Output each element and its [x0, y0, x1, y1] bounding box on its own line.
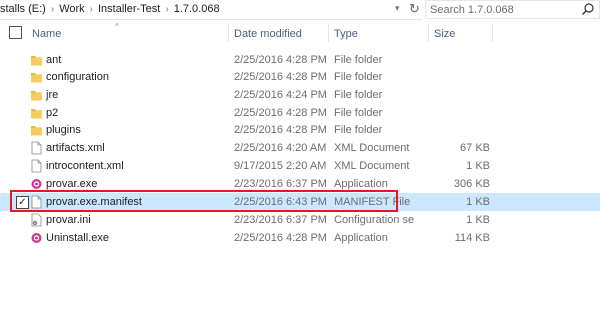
file-type: XML Document — [334, 142, 410, 154]
file-name: p2 — [46, 107, 59, 119]
breadcrumb: stalls (E:) › Work › Installer-Test › 1.7.0.06… — [0, 3, 220, 15]
file-date: 2/23/2016 6:37 PM — [234, 214, 327, 226]
column-divider[interactable] — [228, 24, 229, 42]
file-date: 2/25/2016 4:28 PM — [234, 54, 327, 66]
file-size: 1 KB — [466, 214, 490, 226]
file-date: 2/23/2016 6:37 PM — [234, 178, 327, 190]
file-date: 2/25/2016 4:24 PM — [234, 89, 327, 101]
chevron-down-icon[interactable]: ▾ — [395, 3, 405, 14]
app-gear-icon — [31, 179, 42, 189]
config-file-icon — [31, 213, 42, 227]
file-size: 1 KB — [466, 160, 490, 172]
file-row[interactable]: ant 2/25/2016 4:28 PM File folder — [0, 51, 600, 69]
file-size: 114 KB — [454, 232, 490, 244]
file-date: 2/25/2016 4:28 PM — [234, 107, 327, 119]
file-date: 2/25/2016 4:28 PM — [234, 124, 327, 136]
file-row[interactable]: Uninstall.exe 2/25/2016 4:28 PM Applicat… — [0, 229, 600, 247]
folder-icon — [31, 126, 42, 136]
file-type: Configuration sett... — [334, 214, 414, 226]
file-row[interactable]: jre 2/25/2016 4:24 PM File folder — [0, 86, 600, 104]
address-bar[interactable]: stalls (E:) › Work › Installer-Test › 1.7.0.06… — [0, 0, 422, 20]
chevron-right-icon: › — [165, 4, 169, 15]
app-gear-icon — [31, 233, 42, 243]
column-divider[interactable] — [328, 24, 329, 42]
folder-icon — [31, 73, 42, 83]
file-row[interactable]: plugins 2/25/2016 4:28 PM File folder — [0, 121, 600, 139]
file-date: 2/25/2016 4:28 PM — [234, 232, 327, 244]
file-name: plugins — [46, 124, 81, 136]
column-header: ^ Name Date modified Type Size — [0, 22, 600, 46]
file-name: configuration — [46, 71, 109, 83]
file-name: jre — [46, 89, 59, 101]
column-size[interactable]: Size — [434, 28, 455, 40]
file-date: 2/25/2016 4:28 PM — [234, 71, 327, 83]
search-input[interactable] — [430, 4, 580, 16]
file-date: 9/17/2015 2:20 AM — [234, 160, 327, 172]
file-date: 2/25/2016 4:20 AM — [234, 142, 327, 154]
file-type: Application — [334, 232, 388, 244]
sort-up-icon: ^ — [115, 22, 119, 31]
file-type: File folder — [334, 124, 383, 136]
column-name[interactable]: Name — [32, 28, 61, 40]
file-row[interactable]: provar.ini 2/23/2016 6:37 PM Configurati… — [0, 211, 600, 229]
column-type[interactable]: Type — [334, 28, 358, 40]
file-size: 1 KB — [466, 196, 490, 208]
file-name: artifacts.xml — [46, 142, 105, 154]
breadcrumb-item[interactable]: stalls (E:) — [0, 3, 46, 15]
folder-icon — [31, 56, 42, 66]
column-date-modified[interactable]: Date modified — [234, 28, 302, 40]
file-name: ant — [46, 54, 62, 66]
refresh-icon[interactable]: ↻ — [409, 1, 420, 17]
column-divider[interactable] — [492, 24, 493, 42]
folder-icon — [31, 91, 42, 101]
breadcrumb-item[interactable]: Installer-Test — [98, 3, 160, 15]
search-icon[interactable] — [581, 2, 595, 16]
file-size: 306 KB — [453, 178, 490, 190]
file-type: File folder — [334, 89, 383, 101]
search-box[interactable] — [425, 0, 600, 19]
file-type: Application — [334, 178, 388, 190]
file-type: File folder — [334, 71, 383, 83]
document-icon — [31, 159, 42, 173]
file-name: provar.exe — [46, 178, 98, 190]
document-icon — [31, 141, 42, 155]
file-row[interactable]: introcontent.xml 9/17/2015 2:20 AM XML D… — [0, 157, 600, 175]
breadcrumb-item[interactable]: Work — [59, 3, 84, 15]
file-row[interactable]: artifacts.xml 2/25/2016 4:20 AM XML Docu… — [0, 139, 600, 157]
file-name: Uninstall.exe — [46, 232, 109, 244]
file-name: introcontent.xml — [46, 160, 124, 172]
folder-icon — [31, 109, 42, 119]
file-type: File folder — [334, 107, 383, 119]
breadcrumb-item[interactable]: 1.7.0.068 — [174, 3, 220, 15]
file-name: provar.ini — [46, 214, 91, 226]
chevron-right-icon: › — [89, 4, 93, 15]
file-row[interactable]: configuration 2/25/2016 4:28 PM File fol… — [0, 68, 600, 86]
file-type: XML Document — [334, 160, 410, 172]
chevron-right-icon: › — [50, 4, 55, 15]
column-divider[interactable] — [428, 24, 429, 42]
file-row[interactable]: p2 2/25/2016 4:28 PM File folder — [0, 104, 600, 122]
highlight-box — [10, 190, 398, 212]
file-size: 67 KB — [460, 142, 490, 154]
select-all-checkbox[interactable] — [9, 26, 22, 39]
file-type: File folder — [334, 54, 383, 66]
